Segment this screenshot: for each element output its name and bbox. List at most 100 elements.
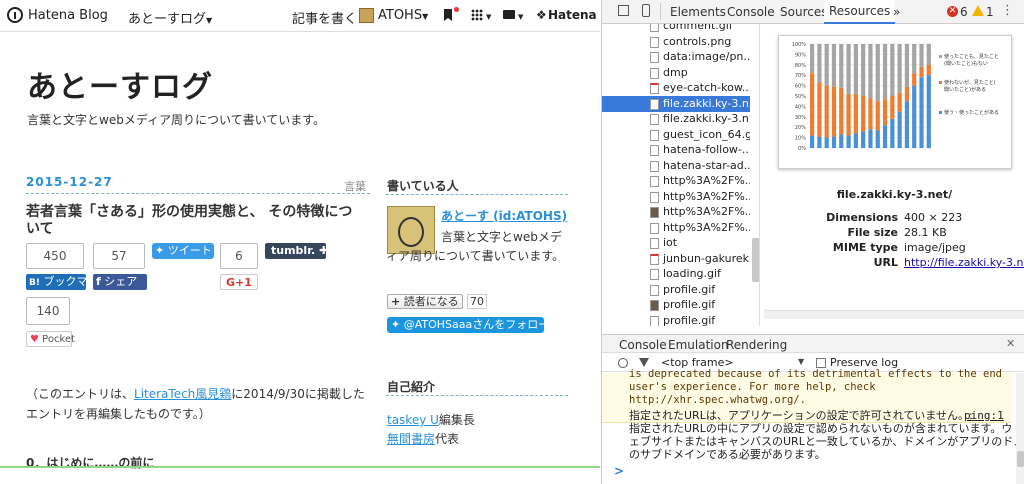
clear-console-icon[interactable] <box>618 358 628 368</box>
hatena-menu-label[interactable]: Hatena <box>548 8 597 22</box>
filesize-label: File size <box>847 226 898 239</box>
resource-item[interactable]: dmp <box>602 65 750 81</box>
settings-menu-icon[interactable]: ⋮ <box>1001 3 1014 18</box>
tab-resources[interactable]: Resources <box>824 0 896 24</box>
file-icon <box>650 83 659 94</box>
resource-item[interactable]: guest_icon_64.gif <box>602 127 750 143</box>
sidebar-author-heading: 書いている人 <box>387 179 459 193</box>
resource-item[interactable]: http%3A%2F%... <box>602 189 750 205</box>
resource-item[interactable]: controls.png <box>602 34 750 50</box>
console-message-line-3: ェブサイトまたはキャンバスのURLと一致しているか、ドメインがアプリのドメイン <box>629 435 1024 448</box>
drawer-tab-emulation[interactable]: Emulation <box>668 338 729 352</box>
file-icon <box>650 160 659 172</box>
error-icon: ✕ <box>947 6 958 17</box>
device-mode-icon[interactable] <box>642 4 650 17</box>
chart-bar-heard <box>882 99 888 126</box>
blog-title[interactable]: あとーすログ <box>27 62 213 106</box>
hatena-logo-icon[interactable] <box>7 7 23 23</box>
resource-item-label: iot <box>663 236 678 249</box>
console-source-link[interactable]: ping:1 <box>964 409 1004 422</box>
facebook-f-icon: f <box>96 275 101 288</box>
resource-item[interactable]: comment.gif <box>602 24 750 34</box>
frame-select-caret-icon[interactable]: ▼ <box>798 357 804 366</box>
more-tabs-chevron[interactable]: » <box>893 5 900 19</box>
chart-legend-label: 使う・使ったことがある <box>944 109 999 116</box>
screenshot-root: Hatena Blog あとーすログ▼ 記事を書く ATOHS▼ ▼ ▼ ❖ H… <box>0 0 1024 484</box>
user-avatar-icon[interactable] <box>359 8 374 23</box>
preview-horizontal-scrollbar[interactable] <box>764 310 1024 319</box>
close-drawer-icon[interactable]: ✕ <box>1006 337 1015 350</box>
resource-item[interactable]: profile.gif <box>602 313 750 326</box>
subscriber-count: 70 <box>467 294 487 309</box>
resource-item[interactable]: file.zakki.ky-3.n... <box>602 111 750 127</box>
drawer-tab-console[interactable]: Console <box>619 338 667 352</box>
post-title[interactable]: 若者言葉「さある」形の使用実態と、 その特徴について <box>26 204 366 238</box>
resource-item[interactable]: http%3A%2F%... <box>602 204 750 220</box>
tab-console[interactable]: Console <box>727 5 775 19</box>
resource-tree-scrollbar[interactable] <box>752 238 759 282</box>
hatena-bookmark-button[interactable]: B! ブックマ <box>26 274 87 290</box>
apps-grid-icon[interactable] <box>471 9 483 21</box>
drawer-tab-rendering[interactable]: Rendering <box>726 338 787 352</box>
resource-item[interactable]: file.zakki.ky-3.n... <box>602 95 750 112</box>
bookmark-flag-icon[interactable] <box>444 9 452 21</box>
mugen-shobo-link[interactable]: 無間書房 <box>387 432 435 446</box>
console-scrollbar-track[interactable] <box>1016 373 1024 484</box>
resource-item-label: guest_icon_64.gif <box>663 127 750 141</box>
error-count[interactable]: 6 <box>960 5 968 19</box>
filter-icon[interactable] <box>639 358 649 367</box>
tweet-button[interactable]: ✦ ツイート <box>152 243 214 259</box>
blog-menu[interactable]: あとーすログ▼ <box>128 8 212 27</box>
gplus-button[interactable]: G+1 <box>220 274 258 290</box>
resource-item[interactable]: http%3A%2F%... <box>602 173 750 189</box>
resource-item[interactable]: iot <box>602 235 750 251</box>
post-category[interactable]: 言葉 <box>344 178 366 194</box>
devtools-tab-bar: Elements Console Sources Resources » ✕ 6… <box>602 0 1024 24</box>
subscribe-button[interactable]: + 読者になる <box>387 294 463 309</box>
resource-item[interactable]: hatena-star-ad... <box>602 158 750 174</box>
chart-ytick: 0% <box>798 146 806 152</box>
hatena-b-icon: B! <box>29 278 40 288</box>
resource-item[interactable]: http%3A%2F%... <box>602 220 750 236</box>
resource-item-label: http%3A%2F%... <box>663 220 750 234</box>
console-scrollbar-thumb[interactable] <box>1017 451 1024 467</box>
resource-item[interactable]: profile.gif <box>602 297 750 313</box>
taskey-link[interactable]: taskey U <box>387 413 439 427</box>
literatech-link[interactable]: LiteraTech風見鶏 <box>134 387 231 401</box>
chart-bar-unknown <box>817 44 822 83</box>
preserve-log-checkbox[interactable] <box>816 358 826 368</box>
resource-item-label: profile.gif <box>663 282 716 296</box>
resource-item[interactable]: hatena-follow-... <box>602 142 750 158</box>
facebook-share-button[interactable]: f シェア <box>93 274 147 290</box>
tab-elements[interactable]: Elements <box>670 5 726 19</box>
chart-bar-used <box>875 130 880 148</box>
chart-bar-unknown <box>839 44 844 88</box>
message-icon[interactable] <box>503 10 515 19</box>
chart-bar-heard <box>839 87 844 135</box>
url-value[interactable]: http://file.zakki.ky-3.net/ <box>904 256 1024 269</box>
hatena-blog-brand[interactable]: Hatena Blog <box>28 8 108 23</box>
resource-item[interactable]: profile.gif <box>602 282 750 298</box>
pocket-button[interactable]: ♥ Pocket <box>26 331 75 347</box>
console-message-line-1: 指定されたURLは、アプリケーションの設定で許可されていません。: <box>629 409 973 422</box>
resource-item[interactable]: eye-catch-kow... <box>602 80 750 96</box>
chart-bar-unknown <box>824 44 829 86</box>
user-menu[interactable]: ATOHS▼ <box>378 8 428 23</box>
chart-ytick: 40% <box>795 104 806 110</box>
chart-ytick: 20% <box>795 125 806 131</box>
resource-item[interactable]: loading.gif <box>602 266 750 282</box>
tab-sources[interactable]: Sources <box>780 5 827 19</box>
inspect-element-icon[interactable] <box>618 5 629 16</box>
resource-item[interactable]: data:image/pn... <box>602 49 750 65</box>
console-prompt[interactable]: > <box>614 464 624 478</box>
hatena-top-bar: Hatena Blog あとーすログ▼ 記事を書く ATOHS▼ ▼ ▼ ❖ H… <box>0 0 600 32</box>
chart-bar-heard <box>912 73 917 86</box>
write-post-link[interactable]: 記事を書く <box>292 8 357 27</box>
resource-item[interactable]: junbun-gakureki <box>602 251 750 267</box>
post-date[interactable]: 2015-12-27 <box>26 175 113 189</box>
tumblr-button[interactable]: tumblr. ✚ <box>265 243 328 259</box>
twitter-follow-button[interactable]: ✦ @ATOHSaaaさんをフォロー <box>387 317 549 333</box>
chart-bar-used <box>824 137 829 148</box>
warning-count[interactable]: 1 <box>986 5 994 19</box>
author-name-link[interactable]: あとーす (id:ATOHS) <box>441 207 567 224</box>
